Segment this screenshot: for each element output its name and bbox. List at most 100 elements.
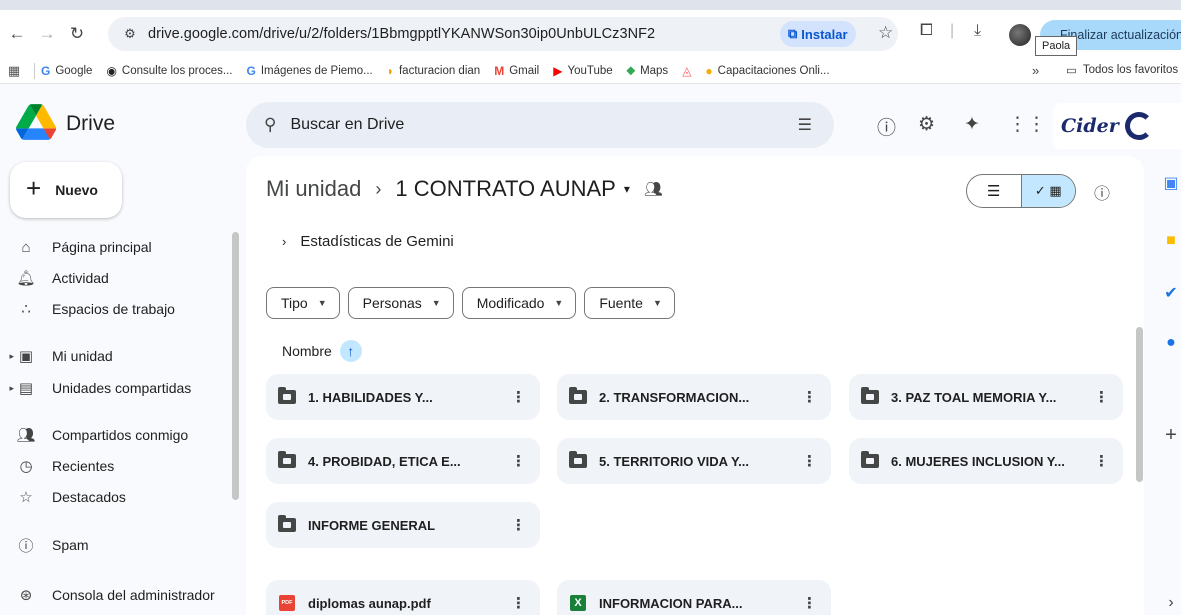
settings-gear-icon[interactable]: ⚙ xyxy=(918,113,935,136)
bookmark-item[interactable]: M Gmail xyxy=(494,64,539,78)
site-settings-icon[interactable]: ⚙ xyxy=(116,26,144,42)
more-actions-icon[interactable]: ⋮ xyxy=(1094,388,1109,406)
all-bookmarks-button[interactable]: ▭ Todos los favoritos xyxy=(1066,63,1178,77)
install-app-button[interactable]: ⧉ Instalar xyxy=(780,21,856,47)
shared-folder-icon xyxy=(861,451,879,469)
filter-source[interactable]: Fuente ▼ xyxy=(584,287,675,319)
sidebar-item-activity[interactable]: 🔔︎ Actividad xyxy=(0,264,232,292)
apps-grid-icon[interactable]: ▦ xyxy=(0,63,28,79)
add-addon-icon[interactable]: + xyxy=(1162,424,1180,446)
more-bookmarks-icon[interactable]: » xyxy=(1032,63,1039,78)
bookmark-item[interactable]: ● Capacitaciones Onli... xyxy=(705,64,829,78)
home-icon: ⌂ xyxy=(21,238,31,256)
bookmark-label: YouTube xyxy=(567,64,613,77)
google-apps-icon[interactable]: ⋮⋮ xyxy=(1008,113,1046,136)
folder-tile[interactable]: 5. TERRITORIO VIDA Y... ⋮ xyxy=(557,438,831,484)
sidebar-item-label: Consola del administrador xyxy=(52,587,215,603)
folder-tile[interactable]: INFORME GENERAL ⋮ xyxy=(266,502,540,548)
sidebar-item-home[interactable]: ⌂ Página principal xyxy=(0,233,232,261)
bell-icon: 🔔︎ xyxy=(16,270,36,287)
expand-caret-icon[interactable]: ▸ xyxy=(0,383,14,394)
youtube-icon: ▶ xyxy=(553,63,563,78)
more-actions-icon[interactable]: ⋮ xyxy=(511,388,526,406)
more-actions-icon[interactable]: ⋮ xyxy=(802,594,817,612)
file-tile[interactable]: X INFORMACION PARA... ⋮ xyxy=(557,580,831,615)
filter-bar: Tipo ▼ Personas ▼ Modificado ▼ Fuente ▼ xyxy=(266,287,675,319)
more-actions-icon[interactable]: ⋮ xyxy=(802,388,817,406)
folder-tile[interactable]: 6. MUJERES INCLUSION Y... ⋮ xyxy=(849,438,1123,484)
more-actions-icon[interactable]: ⋮ xyxy=(511,594,526,612)
filter-type[interactable]: Tipo ▼ xyxy=(266,287,340,319)
search-bar[interactable]: ⚲ ☰ xyxy=(246,102,834,148)
calendar-icon[interactable]: ▣ xyxy=(1162,174,1180,192)
search-options-icon[interactable]: ☰ xyxy=(798,115,812,135)
file-tile[interactable]: PDF diplomas aunap.pdf ⋮ xyxy=(266,580,540,615)
forward-button[interactable]: → xyxy=(34,21,60,47)
details-info-icon[interactable]: ⓘ xyxy=(1094,180,1110,204)
breadcrumb-current[interactable]: 1 CONTRATO AUNAP xyxy=(395,176,615,202)
more-actions-icon[interactable]: ⋮ xyxy=(802,452,817,470)
profile-avatar[interactable] xyxy=(1009,24,1031,46)
bookmark-item[interactable]: G Google xyxy=(41,64,92,78)
bookmark-item[interactable]: ◗ facturacion dian xyxy=(387,64,480,78)
sidebar-item-recent[interactable]: ◷ Recientes xyxy=(0,452,232,480)
folder-tile[interactable]: 4. PROBIDAD, ETICA E... ⋮ xyxy=(266,438,540,484)
more-actions-icon[interactable]: ⋮ xyxy=(1094,452,1109,470)
bookmark-item[interactable]: ⬥ Maps xyxy=(627,63,669,78)
chevron-down-icon[interactable]: ▾ xyxy=(624,182,630,196)
organization-logo[interactable]: Cider xyxy=(1053,103,1181,149)
sidebar-item-shared-drives[interactable]: ▸ ▤ Unidades compartidas xyxy=(0,374,232,402)
keep-icon[interactable]: ■ xyxy=(1162,232,1180,250)
reload-button[interactable]: ↻ xyxy=(64,21,90,47)
sidebar-item-shared-with-me[interactable]: 👥︎ Compartidos conmigo xyxy=(0,421,232,449)
address-bar[interactable]: ⚙ drive.google.com/drive/u/2/folders/1Bb… xyxy=(108,17,898,51)
main-scrollbar[interactable] xyxy=(1136,327,1143,482)
folder-tile[interactable]: 3. PAZ TOAL MEMORIA Y... ⋮ xyxy=(849,374,1123,420)
help-icon[interactable]: ⓘ xyxy=(877,113,896,140)
folder-name: INFORME GENERAL xyxy=(308,517,436,533)
grid-view-icon[interactable]: ✓ ▦ xyxy=(1020,175,1075,207)
cider-logo-wordmark: Cider xyxy=(1061,115,1119,137)
bookmark-item[interactable]: ▶ YouTube xyxy=(553,64,612,78)
gemini-sparkle-icon[interactable]: ✦ xyxy=(964,113,980,136)
gemini-insights-toggle[interactable]: › Estadísticas de Gemini xyxy=(282,233,454,250)
sidebar-item-label: Página principal xyxy=(52,239,152,255)
back-button[interactable]: ← xyxy=(4,21,30,47)
sort-ascending-icon[interactable]: ↑ xyxy=(339,340,362,362)
expand-caret-icon[interactable]: ▸ xyxy=(0,351,14,362)
breadcrumb-root[interactable]: Mi unidad xyxy=(266,176,361,202)
search-icon[interactable]: ⚲ xyxy=(264,115,276,135)
filter-people[interactable]: Personas ▼ xyxy=(347,287,454,319)
sidebar-item-workspaces[interactable]: ∴ Espacios de trabajo xyxy=(0,295,232,323)
download-icon[interactable]: ⤓ xyxy=(974,22,981,40)
url-text: drive.google.com/drive/u/2/folders/1Bbmg… xyxy=(148,26,656,42)
contacts-icon[interactable]: ● xyxy=(1162,334,1180,352)
folder-tile[interactable]: 2. TRANSFORMACION... ⋮ xyxy=(557,374,831,420)
bookmark-item[interactable]: ◬ xyxy=(682,64,691,78)
folder-tile[interactable]: 1. HABILIDADES Y... ⋮ xyxy=(266,374,540,420)
bookmark-item[interactable]: ◉ Consulte los proces... xyxy=(106,64,232,78)
filter-modified[interactable]: Modificado ▼ xyxy=(461,287,577,319)
tasks-icon[interactable]: ✔ xyxy=(1162,284,1180,302)
more-actions-icon[interactable]: ⋮ xyxy=(511,452,526,470)
search-input[interactable] xyxy=(290,116,761,134)
extensions-icon[interactable]: ⧠ xyxy=(920,22,933,40)
more-actions-icon[interactable]: ⋮ xyxy=(511,516,526,534)
sidebar-scrollbar[interactable] xyxy=(232,232,239,500)
bookmark-star-icon[interactable]: ☆ xyxy=(878,23,893,43)
sidebar-item-my-drive[interactable]: ▸ ▣ Mi unidad xyxy=(0,342,232,370)
drive-logo-icon[interactable] xyxy=(16,104,56,140)
people-icon: 👥︎ xyxy=(16,427,36,444)
install-label: Instalar xyxy=(801,26,848,42)
folder-outline-icon: ▭ xyxy=(1066,65,1077,77)
shared-folder-icon[interactable]: 👥︎ xyxy=(644,180,663,198)
sidebar-item-spam[interactable]: ⓘ Spam xyxy=(0,531,232,559)
bookmark-item[interactable]: G Imágenes de Piemo... xyxy=(247,64,373,78)
sort-by-name[interactable]: Nombre ↑ xyxy=(282,340,362,362)
list-view-icon[interactable]: ☰ xyxy=(967,175,1021,207)
expand-panel-icon[interactable]: › xyxy=(1162,594,1180,612)
sort-label: Nombre xyxy=(282,343,332,359)
sidebar-item-starred[interactable]: ☆ Destacados xyxy=(0,483,232,511)
new-button[interactable]: + Nuevo xyxy=(10,162,122,218)
sidebar-item-admin-console[interactable]: ⊛ Consola del administrador xyxy=(0,581,232,609)
